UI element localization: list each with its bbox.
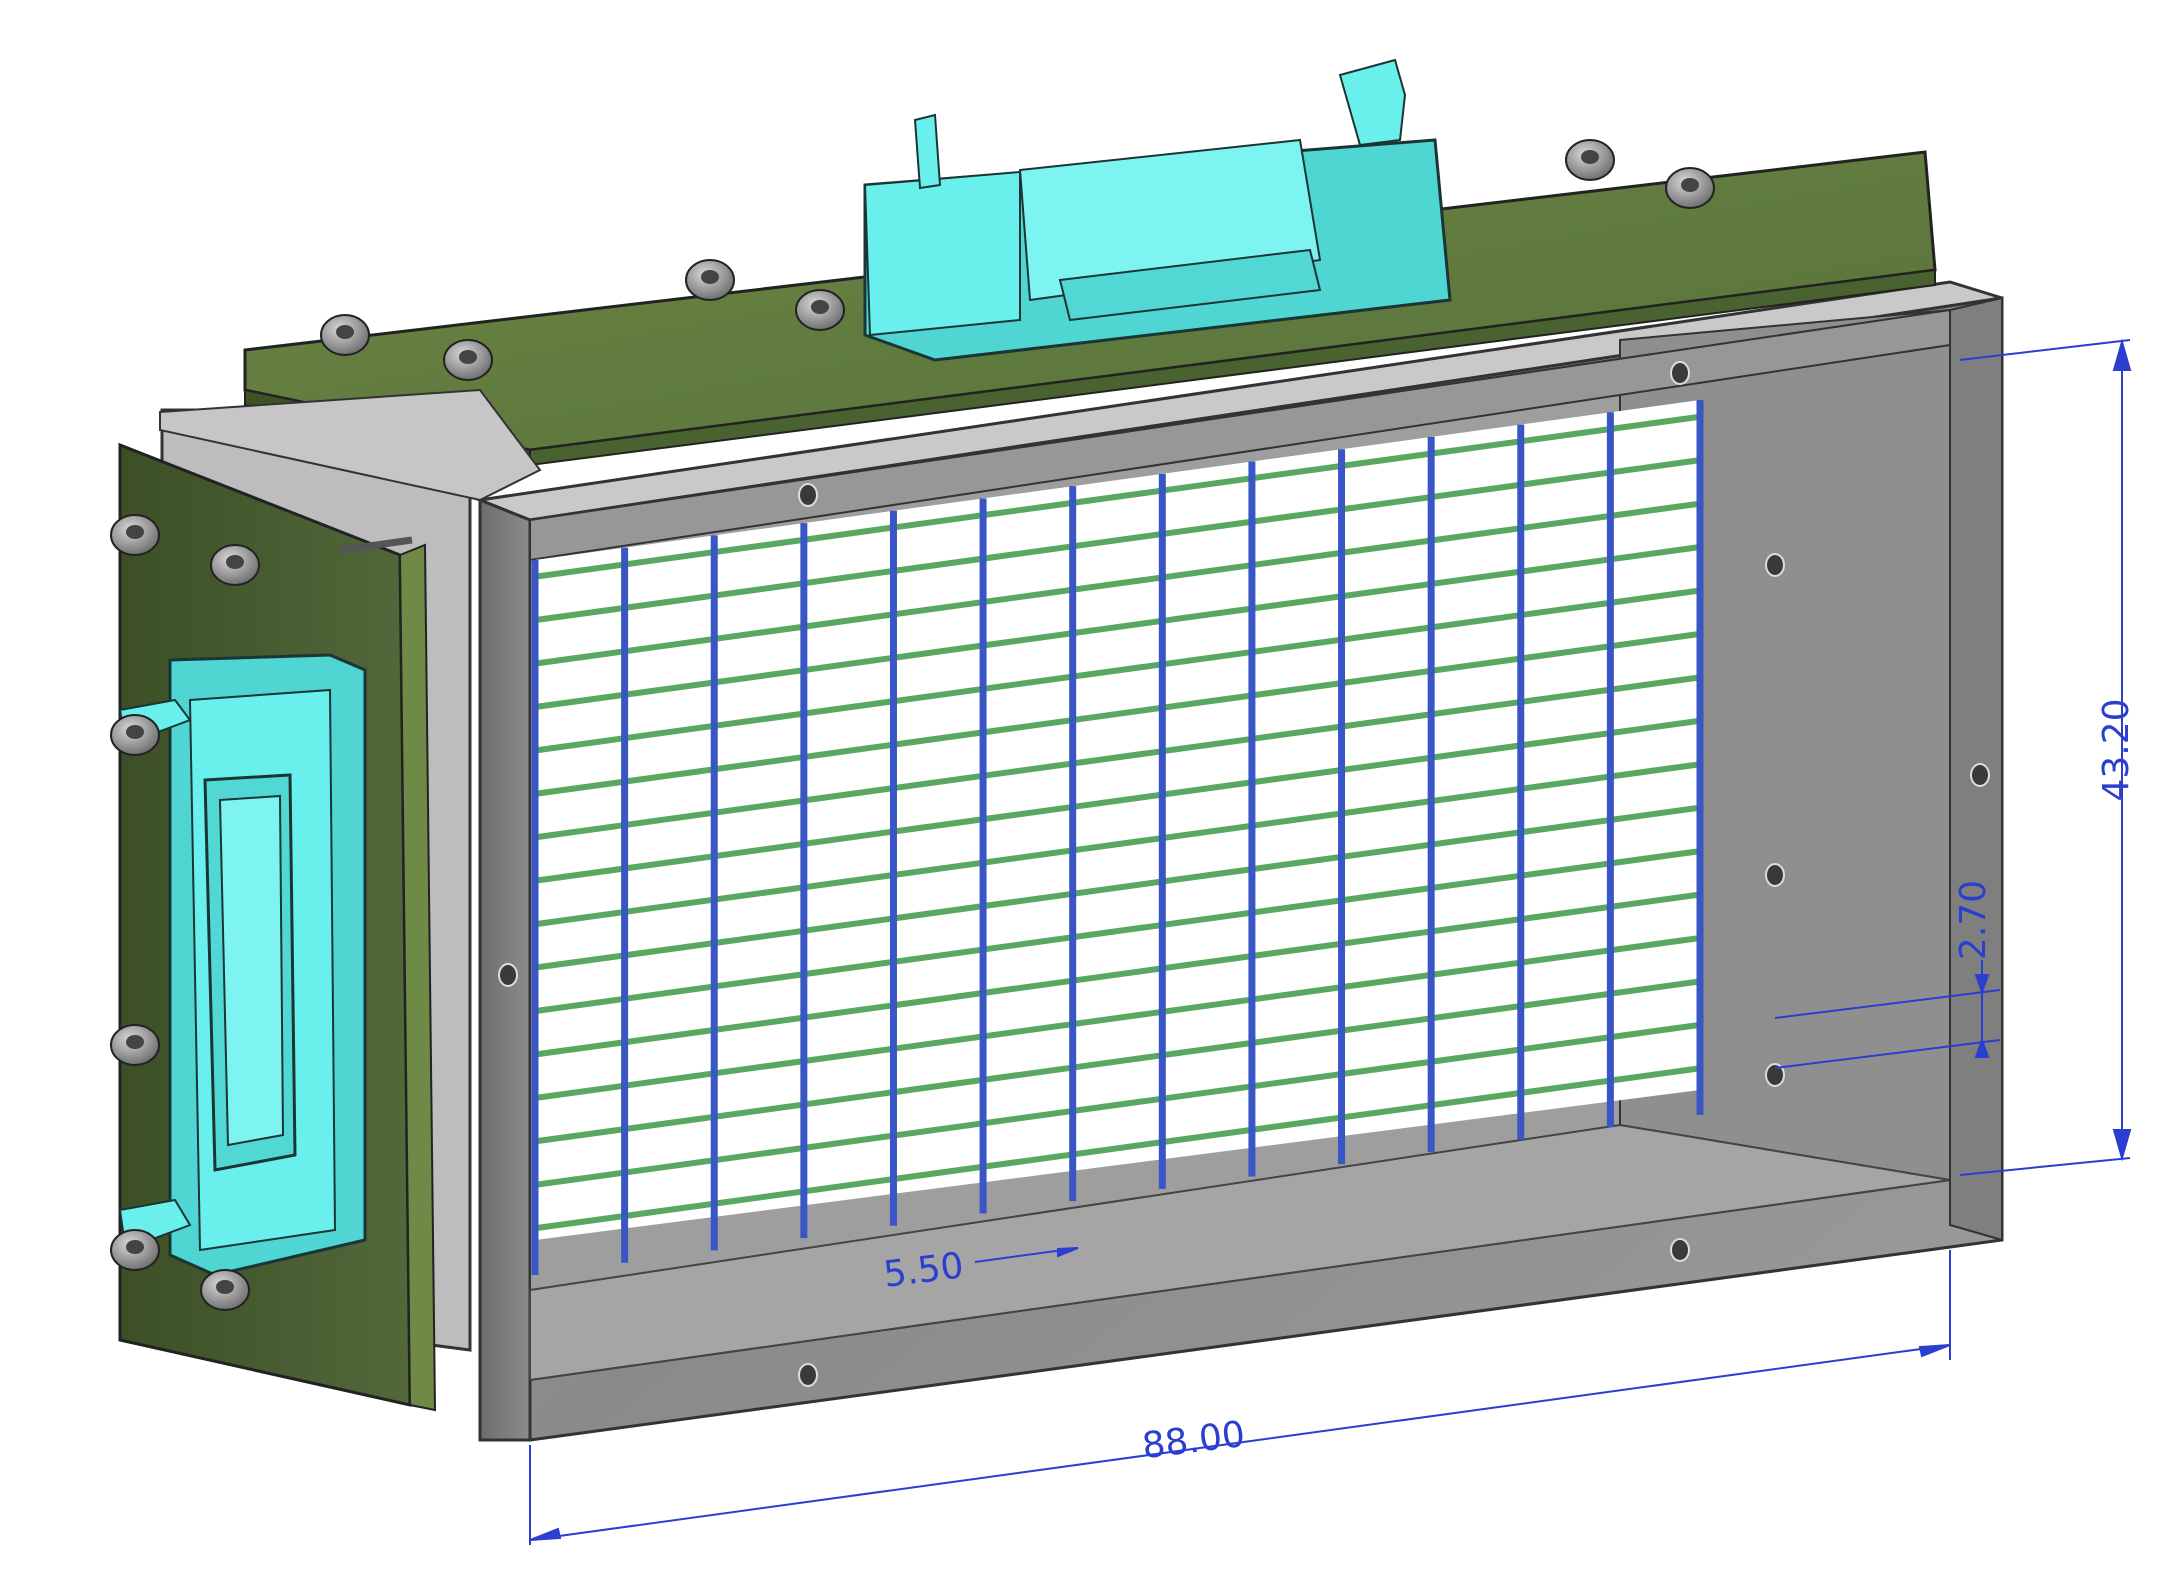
screw-socket — [459, 350, 477, 364]
width-label: 88.00 — [1140, 1414, 1247, 1467]
frame-hole — [1765, 863, 1785, 887]
frame-hole — [1970, 763, 1990, 787]
screw-socket — [126, 725, 144, 739]
frame-hole — [1670, 361, 1690, 385]
screw-socket — [216, 1280, 234, 1294]
gap-label: 2.70 — [1953, 880, 1994, 960]
frame-hole — [798, 1363, 818, 1387]
screw-socket — [1581, 150, 1599, 164]
frame-hole — [1670, 1238, 1690, 1262]
screw-socket — [811, 300, 829, 314]
screw-socket — [226, 555, 244, 569]
frame-hole — [798, 483, 818, 507]
frame-hole — [498, 963, 518, 987]
screw-socket — [126, 525, 144, 539]
wire-chamber-cad-drawing: 88.00 43.20 2.70 5.50 — [110, 58, 2137, 1545]
height-label: 43.20 — [2096, 698, 2137, 801]
frame-hole — [1765, 553, 1785, 577]
screw-socket — [126, 1035, 144, 1049]
screw-socket — [701, 270, 719, 284]
screw-socket — [126, 1240, 144, 1254]
screw-socket — [1681, 178, 1699, 192]
screw-socket — [336, 325, 354, 339]
